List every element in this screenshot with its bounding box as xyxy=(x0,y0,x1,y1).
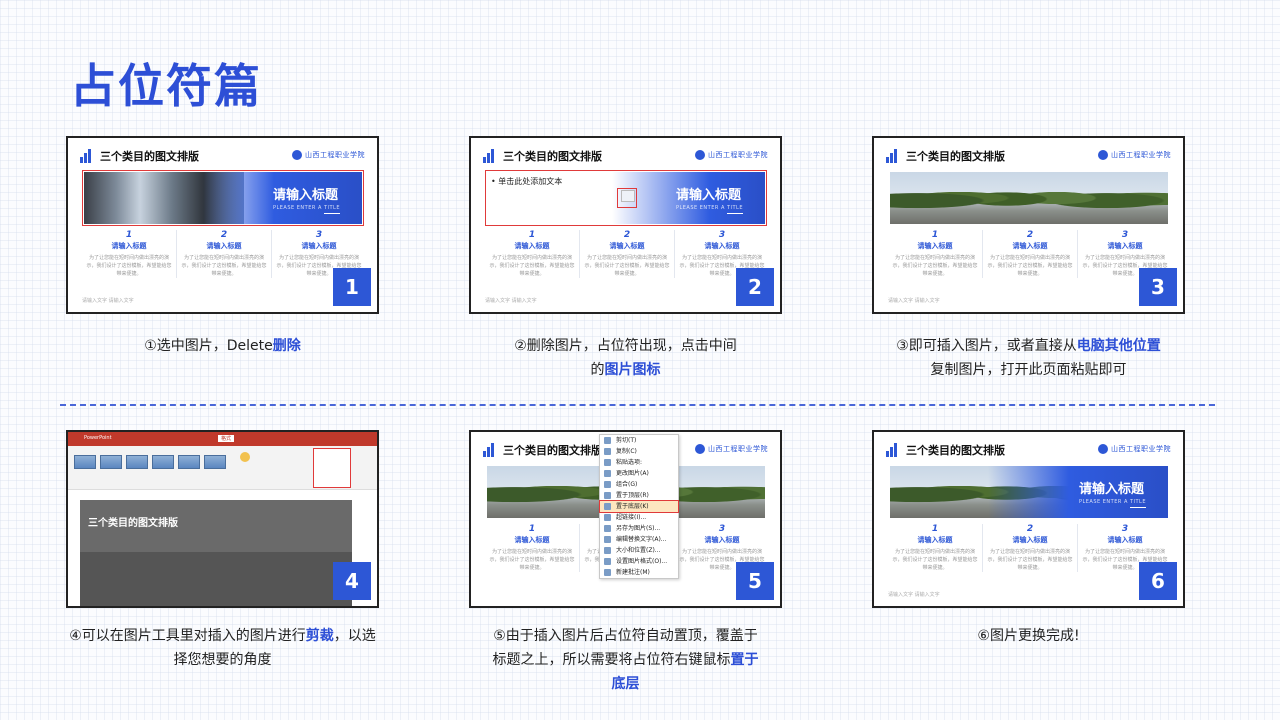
menu-item[interactable]: 剪切(T) xyxy=(600,435,678,446)
selection-highlight xyxy=(82,170,364,226)
menu-item[interactable]: 置于顶层(R) xyxy=(600,490,678,501)
slide-footer: 请输入文字 请输入文字 xyxy=(485,298,537,304)
school-logo: 山西工程职业学院 xyxy=(1098,444,1171,454)
slide-title: 三个类目的图文排版 xyxy=(906,444,1005,457)
banner-subtitle: PLEASE ENTER A TITLE xyxy=(1078,499,1146,505)
page-title: 占位符篇 xyxy=(70,59,262,113)
slide-footer: 请输入文字 请输入文字 xyxy=(888,298,940,304)
banner-image[interactable]: 请输入标题 PLEASE ENTER A TITLE xyxy=(890,466,1168,518)
menu-item[interactable]: 大小和位置(Z)... xyxy=(600,545,678,556)
slide-title: 三个类目的图文排版 xyxy=(88,518,178,529)
menu-item[interactable]: 另存为图片(S)... xyxy=(600,523,678,534)
crop-button[interactable] xyxy=(313,448,351,488)
slide-header: 三个类目的图文排版 xyxy=(80,148,199,164)
slide-title: 三个类目的图文排版 xyxy=(100,150,199,163)
slide-canvas: 三个类目的图文排版 xyxy=(80,500,352,606)
step-caption-5: ⑤由于插入图片后占位符自动置顶，覆盖于标题之上，所以需要将占位符右键鼠标置于底层 xyxy=(492,628,759,692)
tab-format[interactable]: 格式 xyxy=(218,435,235,442)
step-badge: 1 xyxy=(333,268,371,306)
slide-thumb-1: 三个类目的图文排版 山西工程职业学院 请输入标题 PLEASE ENTER A T… xyxy=(66,136,379,314)
slide-title: 三个类目的图文排版 xyxy=(906,150,1005,163)
context-menu: 剪切(T) 复制(C) 粘贴选项: 更改图片(A) 组合(G) 置于顶层(R) … xyxy=(599,434,679,579)
school-logo: 山西工程职业学院 xyxy=(695,444,768,454)
menu-item[interactable]: 粘贴选项: xyxy=(600,457,678,468)
step-badge: 2 xyxy=(736,268,774,306)
step-badge: 3 xyxy=(1139,268,1177,306)
slide-thumb-3: 三个类目的图文排版 山西工程职业学院 1 请输入标题 为了让您能在短时间内做出漂亮的… xyxy=(872,136,1185,314)
menu-item[interactable]: 设置图片格式(O)... xyxy=(600,556,678,567)
slide-footer: 请输入文字 请输入文字 xyxy=(82,298,134,304)
menu-item-send-to-back[interactable]: 置于底层(K) xyxy=(599,500,679,513)
three-columns: 1 请输入标题 为了让您能在短时间内做出漂亮的演示，我们设计了这份模板，希望能给您带… xyxy=(82,230,366,278)
app-titlebar: PowerPoint 格式 xyxy=(68,432,377,446)
school-logo: 山西工程职业学院 xyxy=(292,150,365,160)
menu-item[interactable]: 新建批注(M) xyxy=(600,567,678,578)
slide-thumb-6: 三个类目的图文排版 山西工程职业学院 请输入标题 PLEASE ENTER A T… xyxy=(872,430,1185,608)
menu-item[interactable]: 编辑替换文字(A)... xyxy=(600,534,678,545)
school-logo: 山西工程职业学院 xyxy=(1098,150,1171,160)
menu-item[interactable]: 更改图片(A) xyxy=(600,468,678,479)
bar-logo-icon xyxy=(483,443,497,457)
bar-logo-icon xyxy=(80,149,94,163)
step-caption-1: ①选中图片，Delete删除 xyxy=(144,338,301,354)
section-divider xyxy=(60,404,1215,406)
bar-logo-icon xyxy=(886,443,900,457)
step-badge: 4 xyxy=(333,562,371,600)
slide-title: 三个类目的图文排版 xyxy=(503,444,602,457)
slide-thumb-4: PowerPoint 格式 三个类目的图文排版 4 xyxy=(66,430,379,608)
step-caption-3: ③即可插入图片，或者直接从电脑其他位置 复制图片，打开此页面粘贴即可 xyxy=(896,338,1161,378)
icon-highlight xyxy=(617,188,637,208)
slide-title: 三个类目的图文排版 xyxy=(503,150,602,163)
step-badge: 6 xyxy=(1139,562,1177,600)
lightbulb-icon xyxy=(240,452,250,462)
menu-item[interactable]: 超链接(I)... xyxy=(600,512,678,523)
school-logo: 山西工程职业学院 xyxy=(695,150,768,160)
banner-title: 请输入标题 xyxy=(1078,482,1144,497)
step-caption-2: ②删除图片，占位符出现，点击中间的图片图标 xyxy=(514,338,737,378)
slide-thumb-2: 三个类目的图文排版 山西工程职业学院 • 单击此处添加文本 请输入标题 PLEAS… xyxy=(469,136,782,314)
menu-item[interactable]: 组合(G) xyxy=(600,479,678,490)
ribbon-toolbar xyxy=(68,446,377,490)
bar-logo-icon xyxy=(483,149,497,163)
step-caption-4: ④可以在图片工具里对插入的图片进行剪裁，以选择您想要的角度 xyxy=(69,628,376,668)
banner-image[interactable] xyxy=(890,172,1168,224)
bar-logo-icon xyxy=(886,149,900,163)
step-caption-6: ⑥图片更换完成! xyxy=(977,628,1080,644)
slide-thumb-5: 三个类目的图文排版 山西工程职业学院 1 请输入标题 为了让您能在短时间内做出漂亮的… xyxy=(469,430,782,608)
step-badge: 5 xyxy=(736,562,774,600)
slide-footer: 请输入文字 请输入文字 xyxy=(888,592,940,598)
menu-item[interactable]: 复制(C) xyxy=(600,446,678,457)
